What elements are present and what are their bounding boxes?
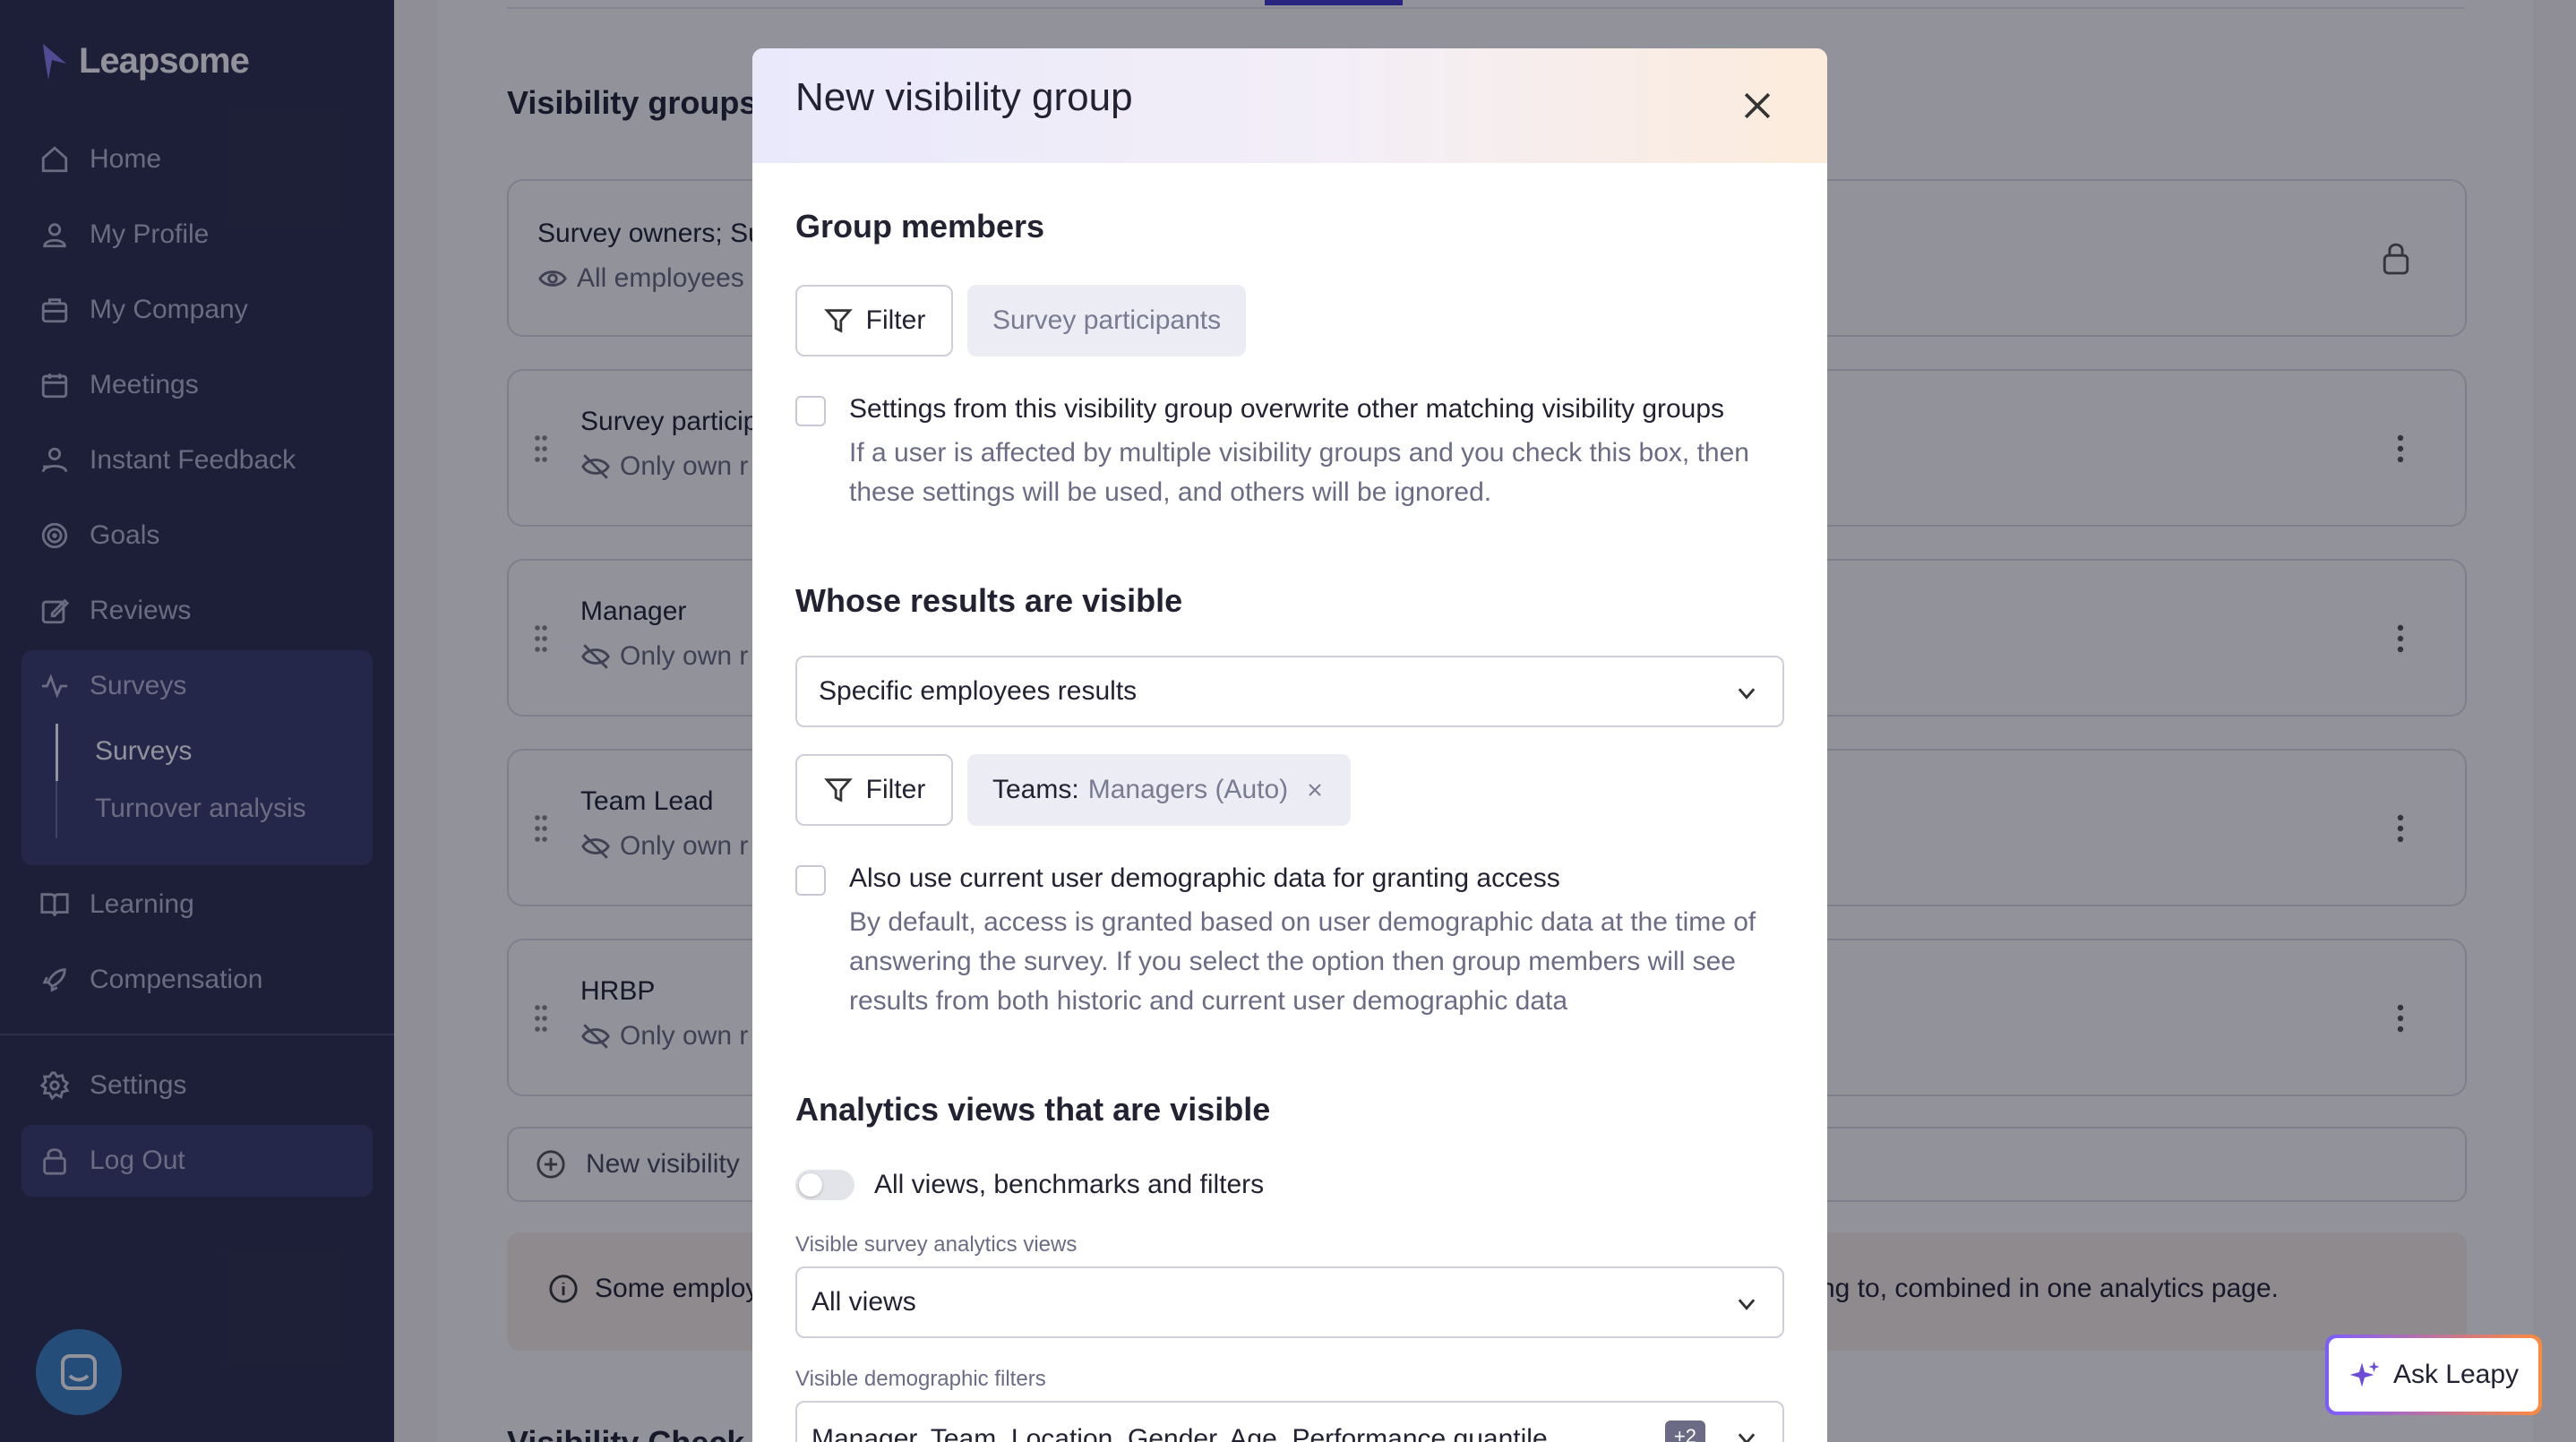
- analytics-views-title: Analytics views that are visible: [795, 1091, 1271, 1128]
- filters-field-label: Visible demographic filters: [795, 1367, 1046, 1391]
- demographic-label: Also use current user demographic data f…: [849, 863, 1560, 893]
- all-views-toggle[interactable]: [795, 1170, 854, 1200]
- ask-leapy-inner: Ask Leapy: [2329, 1338, 2538, 1412]
- views-select-value: All views: [811, 1287, 916, 1317]
- whose-results-select[interactable]: Specific employees results: [795, 656, 1784, 727]
- results-filter-button[interactable]: Filter: [795, 754, 953, 826]
- close-icon[interactable]: [1738, 86, 1777, 125]
- ask-leapy-label: Ask Leapy: [2392, 1360, 2520, 1389]
- overwrite-help: If a user is affected by multiple visibi…: [849, 438, 1749, 507]
- demographic-checkbox[interactable]: [795, 865, 826, 896]
- toggle-knob: [799, 1173, 822, 1197]
- chevron-down-icon: [1738, 1433, 1756, 1442]
- overwrite-checkbox[interactable]: [795, 396, 826, 426]
- whose-results-value: Specific employees results: [819, 676, 1138, 706]
- filter-icon: [823, 309, 853, 333]
- remove-chip-icon[interactable]: [1304, 779, 1326, 801]
- filter-label: Filter: [865, 305, 926, 335]
- teams-chip-value: Managers (Auto): [1087, 775, 1289, 804]
- new-visibility-group-modal: New visibility group Group members Filte…: [752, 48, 1827, 1442]
- chevron-down-icon: [1738, 1299, 1756, 1310]
- members-filter-button[interactable]: Filter: [795, 285, 953, 356]
- sparkle-icon: [2349, 1361, 2380, 1387]
- overwrite-label: Settings from this visibility group over…: [849, 394, 1725, 424]
- more-filters-badge: +2: [1664, 1421, 1705, 1442]
- filter-label: Filter: [865, 775, 926, 804]
- chevron-down-icon: [1738, 688, 1756, 700]
- members-chip-label: Survey participants: [992, 305, 1222, 335]
- filter-icon: [823, 778, 853, 803]
- modal-header: New visibility group: [752, 48, 1827, 163]
- demographic-help: By default, access is granted based on u…: [849, 907, 1756, 1016]
- views-field-label: Visible survey analytics views: [795, 1232, 1078, 1257]
- modal-title: New visibility group: [795, 75, 1133, 119]
- teams-chip[interactable]: Teams: Managers (Auto): [967, 754, 1352, 826]
- ask-leapy-button[interactable]: Ask Leapy: [2325, 1335, 2542, 1415]
- all-views-toggle-label: All views, benchmarks and filters: [874, 1170, 1265, 1199]
- filters-select[interactable]: Manager, Team, Location, Gender, Age, Pe…: [795, 1401, 1784, 1442]
- teams-chip-key: Teams:: [992, 775, 1079, 804]
- filters-select-value: Manager, Team, Location, Gender, Age, Pe…: [811, 1424, 1548, 1442]
- members-chip[interactable]: Survey participants: [967, 285, 1247, 356]
- views-select[interactable]: All views: [795, 1266, 1784, 1338]
- whose-results-title: Whose results are visible: [795, 582, 1183, 619]
- group-members-title: Group members: [795, 208, 1045, 245]
